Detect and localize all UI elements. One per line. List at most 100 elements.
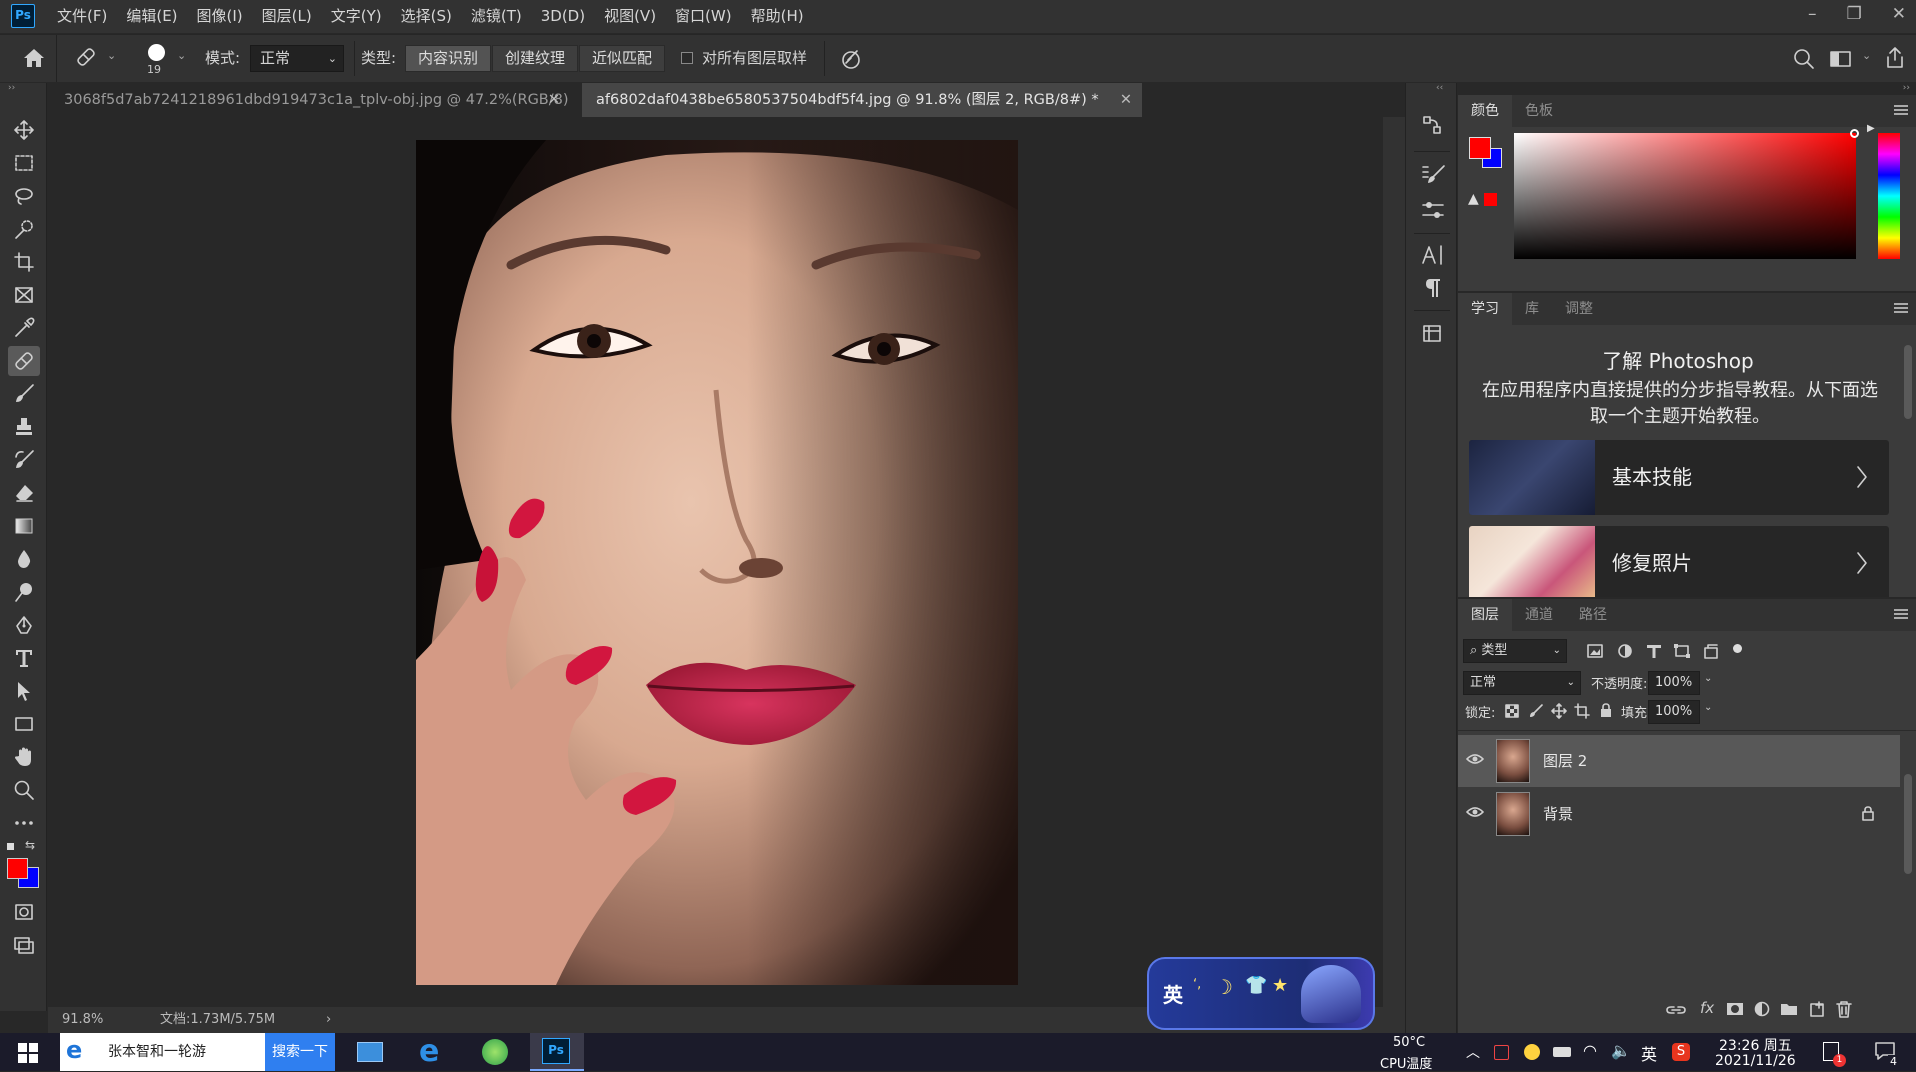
menu-type[interactable]: 文字(Y) — [331, 0, 382, 33]
eyedropper-tool[interactable] — [8, 313, 40, 343]
shape-filter-icon[interactable] — [1673, 643, 1691, 659]
clone-stamp-tool[interactable] — [8, 412, 40, 442]
layers-scrollbar[interactable] — [1904, 774, 1912, 874]
clock-date[interactable]: 2021/11/26 — [1715, 1053, 1796, 1069]
mode-select[interactable]: 正常 ⌄ — [250, 45, 344, 72]
windows-start-icon[interactable] — [18, 1043, 38, 1063]
warning-icon[interactable]: ▲ — [1468, 191, 1479, 207]
lasso-tool[interactable] — [8, 181, 40, 211]
close-tab-icon[interactable]: ✕ — [548, 83, 560, 117]
adjustment-filter-icon[interactable] — [1616, 643, 1634, 659]
default-colors-icon[interactable] — [6, 842, 15, 851]
spot-healing-brush-icon[interactable] — [74, 45, 98, 69]
collapse-icon[interactable]: ‹‹ — [1436, 83, 1443, 93]
lock-all-icon[interactable] — [1598, 702, 1614, 718]
menu-window[interactable]: 窗口(W) — [675, 0, 732, 33]
sogou-icon[interactable]: S — [1672, 1043, 1690, 1061]
panel-menu-icon[interactable] — [1894, 301, 1908, 315]
close-tab-icon[interactable]: ✕ — [1120, 83, 1132, 117]
moon-icon[interactable]: ☽ — [1215, 975, 1233, 999]
eye-icon[interactable] — [1466, 805, 1484, 819]
brush-settings-icon[interactable] — [1420, 163, 1446, 187]
lock-artboard-icon[interactable] — [1574, 703, 1590, 719]
type-filter-icon[interactable] — [1645, 643, 1663, 659]
quick-select-tool[interactable] — [8, 214, 40, 244]
tab-document-2[interactable]: af6802daf0438be6580537504bdf5f4.jpg @ 91… — [582, 83, 1142, 117]
tab-learn[interactable]: 学习 — [1458, 293, 1512, 325]
3d-icon[interactable] — [1420, 321, 1446, 345]
clock-time[interactable]: 23:26 周五 — [1719, 1035, 1792, 1055]
menu-3d[interactable]: 3D(D) — [541, 0, 585, 33]
layer-row[interactable]: 图层 2 — [1458, 735, 1900, 787]
menu-edit[interactable]: 编辑(E) — [126, 0, 177, 33]
chevron-down-icon[interactable]: ⌄ — [1704, 673, 1712, 684]
menu-select[interactable]: 选择(S) — [401, 0, 452, 33]
collapse-icon[interactable]: ›› — [1903, 83, 1910, 93]
skin-icon[interactable]: 👕 — [1245, 975, 1267, 996]
pressure-size-icon[interactable] — [840, 47, 864, 71]
delete-layer-icon[interactable] — [1835, 1000, 1853, 1018]
history-icon[interactable] — [1420, 113, 1444, 137]
rectangle-tool[interactable] — [8, 709, 40, 739]
store-icon[interactable] — [357, 1042, 383, 1062]
chevron-down-icon[interactable]: ⌄ — [177, 49, 186, 62]
eye-icon[interactable] — [1466, 752, 1484, 766]
lock-transparent-icon[interactable] — [1504, 703, 1520, 719]
tutorial-card-repair[interactable]: 修复照片 — [1469, 526, 1889, 597]
collapse-icon[interactable]: ›› — [8, 83, 15, 93]
eraser-tool[interactable] — [8, 478, 40, 508]
edge-icon[interactable]: e — [419, 1033, 439, 1071]
photoshop-taskbar-button[interactable]: Ps — [530, 1033, 584, 1071]
canvas-scrollbar[interactable] — [1383, 117, 1405, 1007]
type-tool[interactable] — [8, 643, 40, 673]
tab-layers[interactable]: 图层 — [1458, 599, 1512, 631]
gradient-tool[interactable] — [8, 511, 40, 541]
lock-pixels-icon[interactable] — [1528, 703, 1544, 719]
pen-tool[interactable] — [8, 610, 40, 640]
learn-scrollbar[interactable] — [1904, 345, 1912, 419]
new-adjustment-icon[interactable] — [1753, 1001, 1771, 1017]
tab-document-1[interactable]: 3068f5d7ab7241218961dbd919473c1a_tplv-ob… — [50, 83, 570, 142]
search-icon[interactable] — [1793, 48, 1815, 70]
tab-libraries[interactable]: 库 — [1512, 293, 1552, 325]
crop-tool[interactable] — [8, 247, 40, 277]
tray-360-icon[interactable] — [1524, 1044, 1540, 1060]
lock-position-icon[interactable] — [1551, 703, 1567, 719]
taskbar-search-box[interactable]: e 张本智和一轮游 — [60, 1033, 265, 1071]
add-mask-icon[interactable] — [1726, 1001, 1744, 1017]
punctuation-icon[interactable]: ʻ, — [1193, 977, 1201, 992]
menu-filter[interactable]: 滤镜(T) — [471, 0, 522, 33]
brush-tool[interactable] — [8, 379, 40, 409]
create-texture-button[interactable]: 创建纹理 — [492, 45, 579, 72]
new-group-icon[interactable] — [1780, 1001, 1798, 1017]
sample-all-checkbox[interactable] — [681, 52, 693, 64]
battery-icon[interactable] — [1553, 1047, 1571, 1057]
hue-slider-handle[interactable]: ▶ — [1867, 123, 1875, 134]
workspace-icon[interactable] — [1829, 49, 1853, 69]
opacity-input[interactable]: 100% — [1648, 671, 1700, 695]
tab-color[interactable]: 颜色 — [1458, 95, 1512, 127]
paragraph-icon[interactable] — [1420, 276, 1446, 300]
menu-view[interactable]: 视图(V) — [604, 0, 656, 33]
blend-mode-select[interactable]: 正常 ⌄ — [1463, 671, 1581, 695]
pixel-filter-icon[interactable] — [1586, 643, 1604, 659]
content-aware-button[interactable]: 内容识别 — [405, 45, 492, 72]
menu-help[interactable]: 帮助(H) — [751, 0, 804, 33]
ime-toolbar[interactable]: 英 ʻ, ☽ 👕 ★ — [1147, 957, 1375, 1030]
chevron-right-icon[interactable]: › — [326, 1007, 331, 1033]
path-select-tool[interactable] — [8, 676, 40, 706]
smart-object-filter-icon[interactable] — [1702, 643, 1720, 659]
color-field[interactable] — [1514, 133, 1856, 259]
home-icon[interactable] — [23, 48, 45, 68]
layer-name[interactable]: 背景 — [1543, 788, 1573, 840]
tab-paths[interactable]: 路径 — [1566, 599, 1620, 631]
chevron-down-icon[interactable]: ⌄ — [1704, 702, 1712, 713]
panel-menu-icon[interactable] — [1894, 103, 1908, 117]
share-icon[interactable] — [1884, 46, 1906, 70]
ime-indicator[interactable]: 英 — [1641, 1041, 1657, 1065]
layer-row[interactable]: 背景 — [1458, 788, 1900, 840]
document-image[interactable] — [416, 140, 1018, 985]
fill-input[interactable]: 100% — [1648, 700, 1700, 724]
color-picker-handle[interactable] — [1850, 129, 1859, 138]
star-icon[interactable]: ★ — [1272, 975, 1288, 996]
